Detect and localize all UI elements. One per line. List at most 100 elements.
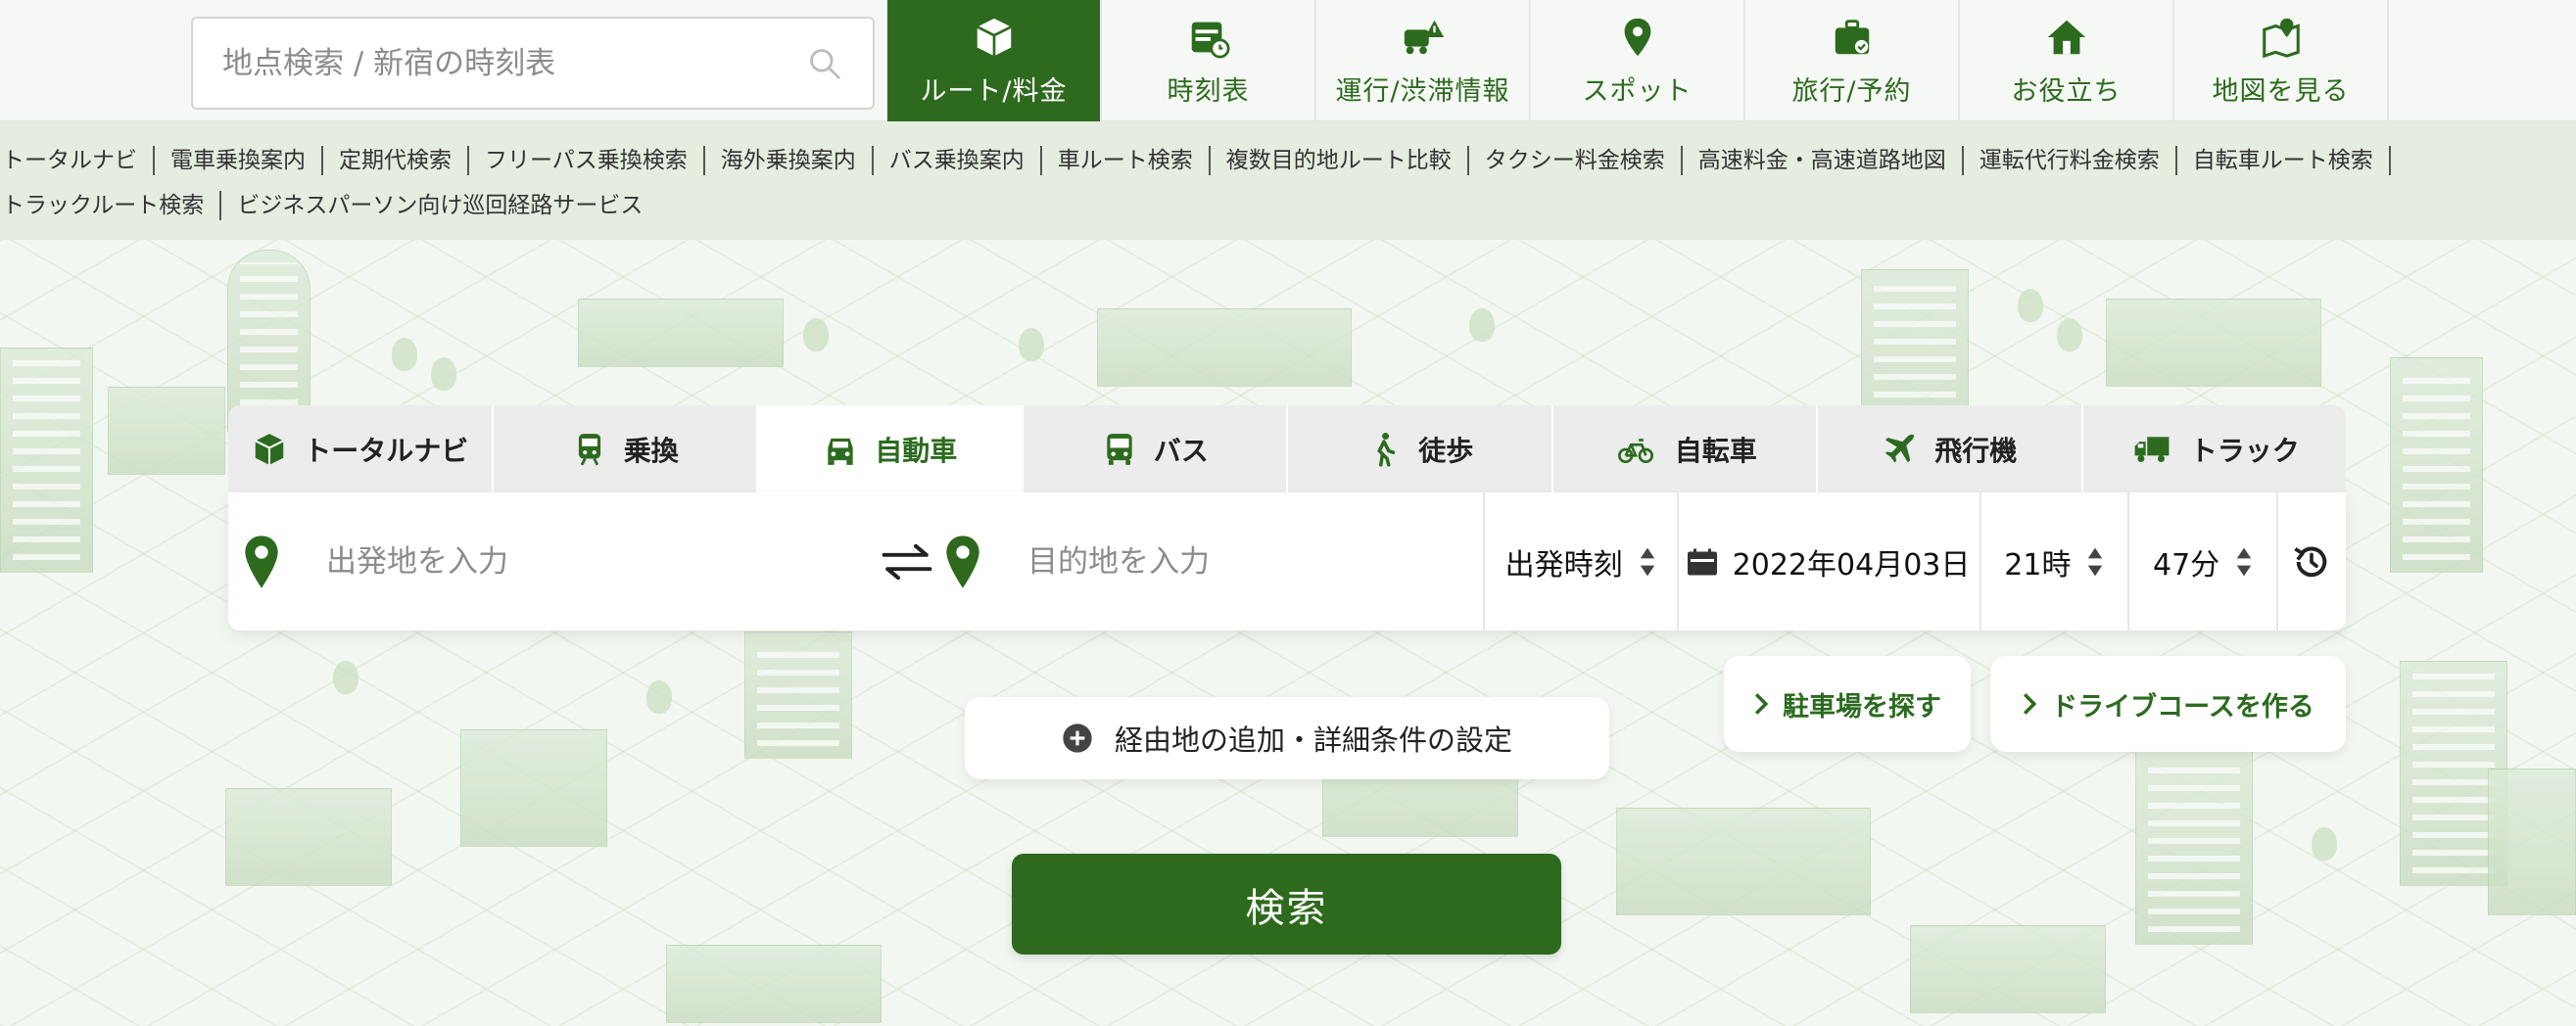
tab-total-navi[interactable]: トータルナビ [228,405,494,492]
date-picker[interactable]: 2022年04月03日 [1676,492,1980,630]
nav-label: 旅行/予約 [1791,75,1912,107]
nav-label: 地図を見る [2212,75,2350,107]
route-input-bar: 出発時刻 2022年04月03日 21時 47分 [228,492,2346,630]
nav-useful[interactable]: お役立ち [1960,0,2174,121]
traffic-alert-icon [1404,20,1444,54]
timetable-icon [1191,22,1229,58]
car-icon [828,438,853,465]
subnav-link[interactable]: 複数目的地ルート比較 [1211,146,1469,175]
nav-label: お役立ち [2011,75,2122,107]
subnav-link[interactable]: フリーパス乗換検索 [469,146,705,175]
calendar-icon [1687,548,1717,575]
chevron-right-icon [2024,693,2037,715]
add-waypoint-button[interactable]: 経由地の追加・詳細条件の設定 [965,697,1609,779]
main-nav: ルート/料金 時刻表 運行/渋滞情報 スポット 旅行/予約 お役立ち 地図を見る [887,0,2389,121]
search-button-label: 検索 [1245,885,1328,931]
nav-timetable[interactable]: 時刻表 [1102,0,1316,121]
nav-travel-booking[interactable]: 旅行/予約 [1745,0,1960,121]
train-icon [578,433,600,465]
subnav-link[interactable]: 海外乗換案内 [705,146,874,175]
route-box-icon [976,18,1012,56]
search-icon[interactable] [806,45,843,82]
subnav-link[interactable]: バス乗換案内 [874,146,1042,175]
bus-icon [1107,433,1132,465]
history-button[interactable] [2275,492,2346,630]
sub-nav-row-2: トラックルート検索 ビジネスパーソン向け巡回経路サービス [0,183,2576,228]
date-value: 2022年04月03日 [1732,547,1971,583]
subnav-link[interactable]: 運転代行料金検索 [1964,146,2177,175]
plus-circle-icon [1063,723,1092,753]
time-type-value: 出発時刻 [1504,547,1623,583]
subnav-link[interactable]: トラックルート検索 [0,191,222,220]
total-navi-icon [255,433,284,465]
minute-select[interactable]: 47分 [2127,492,2276,630]
nav-map[interactable]: 地図を見る [2174,0,2389,121]
time-type-select[interactable]: 出発時刻 [1482,492,1677,630]
subnav-link[interactable]: ビジネスパーソン向け巡回経路サービス [221,191,658,220]
tab-label: 徒歩 [1418,434,1474,467]
tab-airplane[interactable]: 飛行機 [1818,405,2083,492]
walk-icon [1377,432,1396,467]
sub-nav-row-1: トータルナビ 電車乗換案内 定期代検索 フリーパス乗換検索 海外乗換案内 バス乗… [0,138,2576,183]
origin-pin-icon [245,535,278,588]
parking-label: 駐車場を探す [1783,691,1941,723]
bicycle-icon [1617,438,1653,463]
drive-course-label: ドライブコースを作る [2051,691,2314,723]
updown-arrow-icon [2236,547,2252,576]
nav-label: 時刻表 [1167,75,1250,107]
nav-spot[interactable]: スポット [1531,0,1745,121]
subnav-link[interactable]: 高速料金・高速道路地図 [1683,146,1964,175]
search-button[interactable]: 検索 [1012,854,1561,955]
spot-search-input[interactable] [222,45,806,81]
tab-truck[interactable]: トラック [2083,405,2347,492]
minute-value: 47分 [2152,547,2220,583]
tab-walk[interactable]: 徒歩 [1288,405,1553,492]
tab-car[interactable]: 自動車 [758,405,1024,492]
nav-route-fare[interactable]: ルート/料金 [887,0,1102,121]
updown-arrow-icon [2088,547,2103,576]
tab-bicycle[interactable]: 自転車 [1553,405,1818,492]
drive-course-button[interactable]: ドライブコースを作る [1990,656,2346,752]
destination-pin-icon [946,535,979,588]
hour-select[interactable]: 21時 [1979,492,2128,630]
updown-arrow-icon [1640,547,1654,576]
transport-mode-tabs: トータルナビ 乗換 自動車 バス 徒歩 自転車 飛行機 トラック [228,405,2346,492]
hour-value: 21時 [2004,547,2072,583]
truck-icon [2134,436,2170,462]
tab-label: 飛行機 [1934,434,2018,467]
tab-label: 乗換 [623,434,679,467]
map-pin-icon [1624,18,1650,56]
chevron-right-icon [1754,693,1769,715]
tab-train[interactable]: 乗換 [494,405,758,492]
suitcase-icon [1835,19,1869,54]
nav-traffic-info[interactable]: 運行/渋滞情報 [1316,0,1531,121]
tab-label: 自転車 [1674,434,1757,467]
spot-search-box[interactable] [191,17,875,110]
destination-input[interactable] [1027,543,1478,580]
waypoint-label: 経由地の追加・詳細条件の設定 [1114,723,1512,757]
house-icon [2047,20,2085,54]
history-icon [2294,546,2327,577]
tab-label: 自動車 [875,434,958,467]
destination-field[interactable] [943,534,1483,590]
subnav-link[interactable]: 定期代検索 [323,146,469,175]
nav-label: ルート/料金 [920,75,1068,107]
tab-label: バス [1153,434,1209,467]
tab-bus[interactable]: バス [1024,405,1288,492]
origin-input[interactable] [326,543,777,580]
subnav-link[interactable]: タクシー料金検索 [1469,146,1683,175]
nav-label: スポット [1582,75,1693,107]
map-icon [2262,18,2300,58]
subnav-link[interactable]: 自転車ルート検索 [2177,146,2391,175]
nav-label: 運行/渋滞情報 [1335,75,1510,107]
swap-icon[interactable] [881,539,933,584]
subnav-link[interactable]: 車ルート検索 [1042,146,1211,175]
tab-label: トラック [2189,434,2300,467]
subnav-link[interactable]: トータルナビ [0,146,155,175]
origin-field[interactable] [228,534,777,590]
sub-nav: トータルナビ 電車乗換案内 定期代検索 フリーパス乗換検索 海外乗換案内 バス乗… [0,121,2576,240]
airplane-icon [1885,434,1915,462]
subnav-link[interactable]: 電車乗換案内 [155,146,323,175]
find-parking-button[interactable]: 駐車場を探す [1724,656,1971,752]
top-header: ルート/料金 時刻表 運行/渋滞情報 スポット [0,0,2576,121]
